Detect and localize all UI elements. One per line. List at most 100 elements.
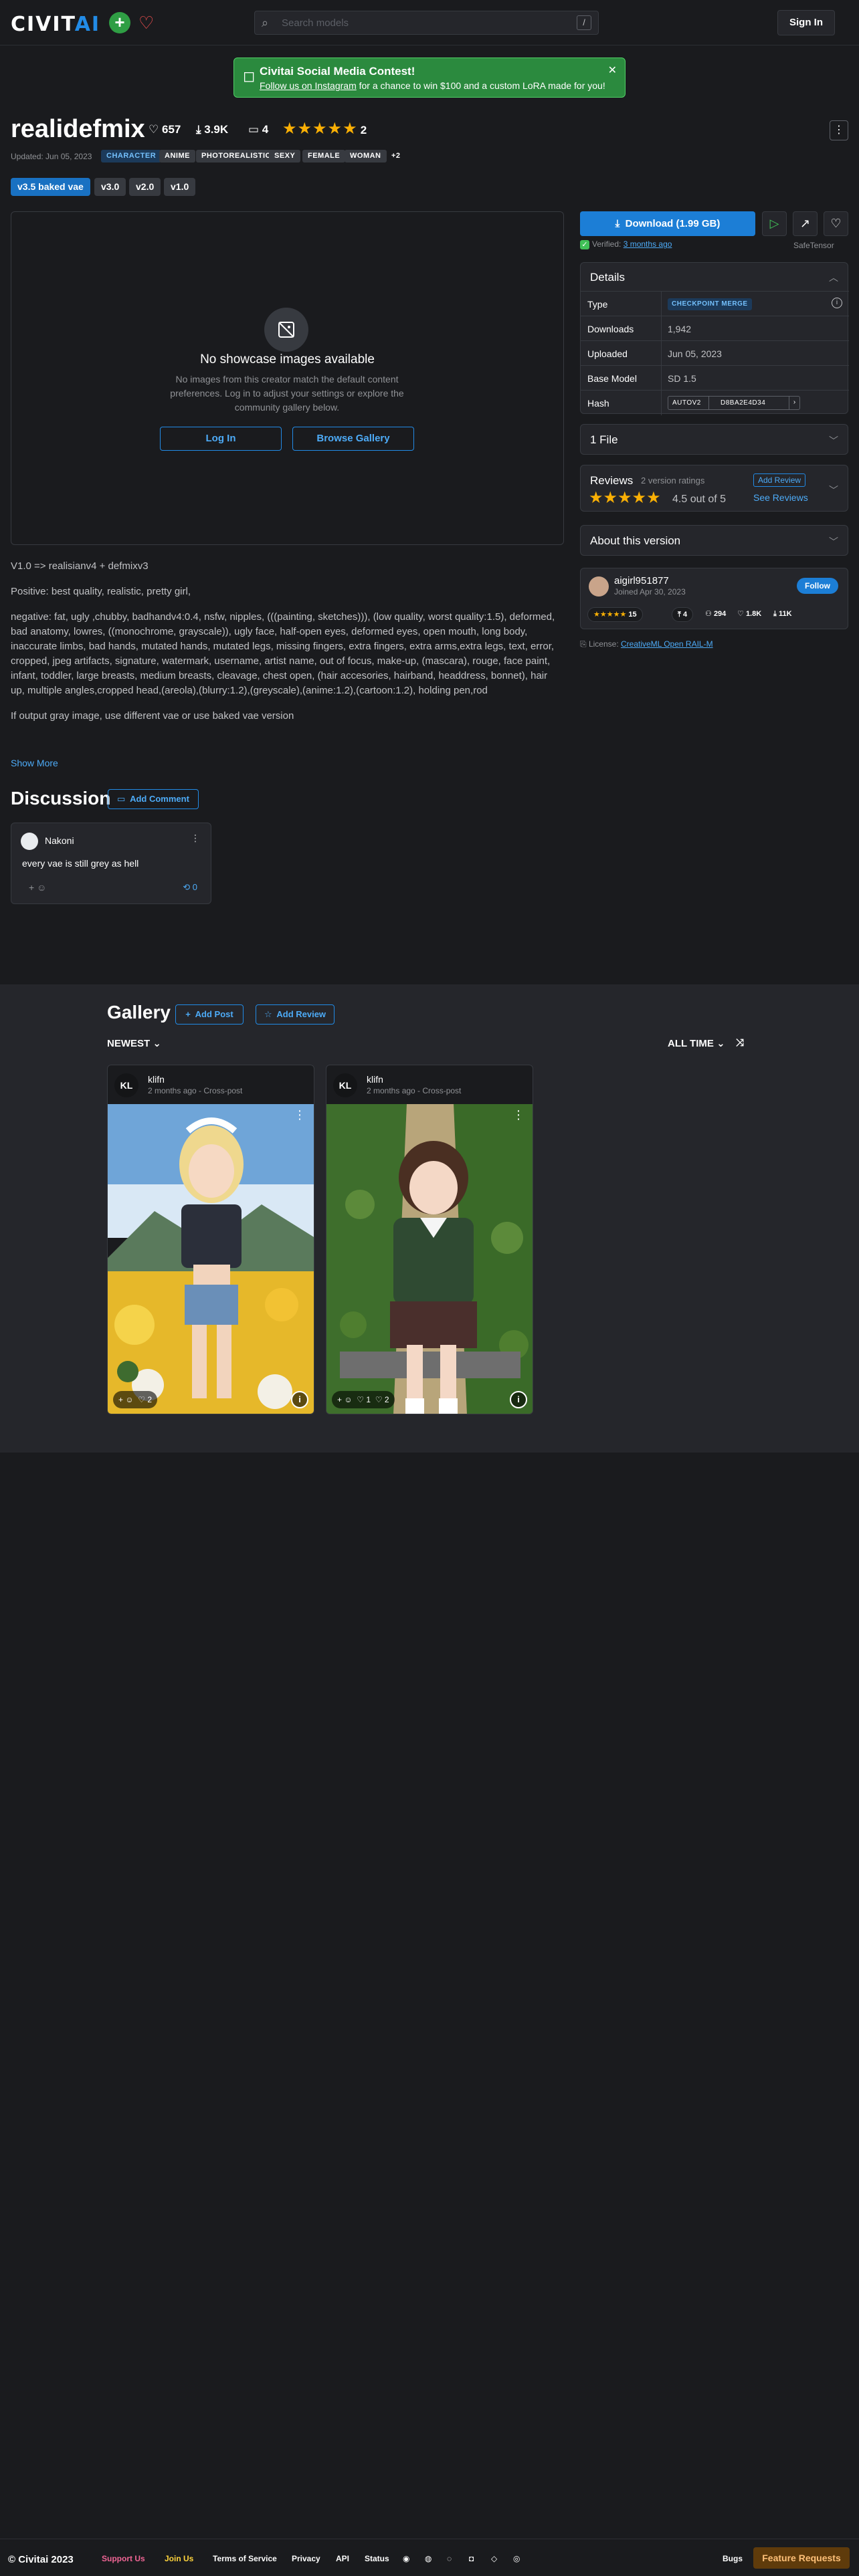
info-icon[interactable]: i [510, 1391, 527, 1408]
card-user[interactable]: klifn [148, 1074, 165, 1085]
creator-card: aigirl951877 Joined Apr 30, 2023 Follow … [580, 568, 848, 629]
search-input[interactable]: ⌕ Search models / [254, 11, 599, 35]
chevron-up-icon[interactable]: ︿ [829, 271, 838, 284]
tag-character[interactable]: CHARACTER [101, 150, 162, 163]
files-panel[interactable]: 1 File ﹀ [580, 424, 848, 455]
likes-stat[interactable]: ♡ 657 [149, 123, 181, 136]
avatar[interactable] [21, 833, 38, 850]
chevron-down-icon[interactable]: ﹀ [829, 484, 838, 497]
top-bar: CIVITAI + ♡ ⌕ Search models / Sign In [0, 0, 859, 45]
tag-woman[interactable]: WOMAN [345, 150, 387, 163]
heart-icon: ♡ [149, 123, 159, 136]
tag-photorealistic[interactable]: PHOTOREALISTIC [196, 150, 276, 163]
more-options-icon[interactable]: ⋮ [830, 120, 848, 140]
show-more-link[interactable]: Show More [11, 758, 58, 768]
chevron-right-icon[interactable]: › [789, 397, 799, 409]
heart-icon: ♡ [737, 610, 744, 618]
card-user[interactable]: klifn [367, 1074, 383, 1085]
reaction-bar[interactable]: + ☺ ♡ 1 ♡ 2 [332, 1391, 395, 1408]
chevron-down-icon[interactable]: ﹀ [829, 535, 838, 548]
more-options-icon[interactable]: ⋮ [191, 833, 200, 844]
tag-female[interactable]: FEMALE [302, 150, 346, 163]
license-link[interactable]: CreativeML Open RAIL-M [621, 639, 713, 649]
civitai-logo[interactable]: CIVITAI [11, 13, 100, 36]
hash-copy-box[interactable]: AUTOV2 D8BA2E4D34 › [668, 396, 800, 410]
chevron-down-icon: ⌄ [717, 1038, 725, 1049]
verified-date-link[interactable]: 3 months ago [624, 239, 672, 249]
footer-link-support[interactable]: Support Us [102, 2554, 145, 2563]
instagram-icon[interactable]: ◘ [469, 2554, 474, 2563]
info-icon[interactable]: i [832, 298, 842, 308]
type-badge: CHECKPOINT MERGE [668, 298, 752, 310]
footer: © Civitai 2023 Support Us Join Us Terms … [0, 2539, 859, 2576]
version-tab-v3-5[interactable]: v3.5 baked vae [11, 178, 90, 196]
reaction-bar[interactable]: + ☺ ♡ 2 [113, 1391, 158, 1408]
see-reviews-link[interactable]: See Reviews [753, 492, 808, 503]
share-icon[interactable]: ↗ [793, 211, 818, 236]
footer-link-terms[interactable]: Terms of Service [213, 2554, 277, 2563]
reply-count[interactable]: ⟲ 0 [183, 882, 197, 893]
rating-stat[interactable]: ★★★★★ 2 [282, 119, 367, 138]
sign-in-button[interactable]: Sign In [777, 10, 835, 35]
about-title: About this version [590, 534, 681, 547]
footer-link-api[interactable]: API [336, 2554, 349, 2563]
info-icon[interactable]: i [291, 1391, 308, 1408]
browse-gallery-button[interactable]: Browse Gallery [292, 427, 414, 451]
add-review-button[interactable]: Add Review [753, 473, 806, 487]
tiktok-icon[interactable]: ◇ [491, 2554, 497, 2563]
run-icon[interactable]: ▷ [762, 211, 787, 236]
details-title[interactable]: Details [590, 271, 625, 284]
follow-button[interactable]: Follow [797, 578, 838, 594]
add-reaction-icon[interactable]: + ☺ [29, 882, 46, 893]
download-button[interactable]: ⤓ Download (1.99 GB) [580, 211, 755, 236]
detail-row-uploaded: Uploaded Jun 05, 2023 [581, 340, 849, 366]
gallery-card[interactable]: KL klifn 2 months ago - Cross-post ⋮ + ☺… [107, 1065, 314, 1414]
period-dropdown[interactable]: ALL TIME ⌄ [668, 1037, 725, 1049]
gallery-card[interactable]: KL klifn 2 months ago - Cross-post ⋮ + ☺… [326, 1065, 533, 1414]
tag-anime[interactable]: ANIME [159, 150, 195, 163]
version-tab-v1-0[interactable]: v1.0 [164, 178, 196, 196]
chevron-down-icon: ⌄ [153, 1038, 161, 1049]
footer-link-status[interactable]: Status [365, 2554, 389, 2563]
footer-link-join[interactable]: Join Us [165, 2554, 193, 2563]
downloads-stat: ⤓ 3.9K [196, 123, 229, 136]
version-tab-v3-0[interactable]: v3.0 [94, 178, 126, 196]
log-in-button[interactable]: Log In [160, 427, 282, 451]
filter-icon[interactable]: ⤨ [736, 1037, 744, 1049]
avatar[interactable]: KL [333, 1073, 357, 1097]
sort-dropdown[interactable]: NEWEST ⌄ [107, 1037, 161, 1049]
add-review-button[interactable]: ☆ Add Review [256, 1004, 335, 1025]
avatar[interactable] [589, 576, 609, 597]
add-comment-button[interactable]: ▭ Add Comment [108, 789, 199, 809]
gallery-image[interactable] [326, 1104, 533, 1414]
showcase-empty-title: No showcase images available [200, 352, 375, 366]
feature-requests-button[interactable]: Feature Requests [753, 2547, 850, 2569]
github-icon[interactable]: ◉ [403, 2554, 409, 2563]
footer-link-privacy[interactable]: Privacy [292, 2554, 320, 2563]
comments-stat[interactable]: ▭ 4 [248, 123, 268, 136]
comment-user[interactable]: Nakoni [45, 835, 74, 846]
like-heart-icon[interactable]: ♡ [824, 211, 848, 236]
create-button[interactable]: + [109, 12, 130, 33]
close-icon[interactable]: ✕ [608, 64, 617, 77]
instagram-link[interactable]: Follow us on Instagram [260, 80, 357, 91]
avatar[interactable]: KL [114, 1073, 138, 1097]
creator-name[interactable]: aigirl951877 [614, 575, 669, 586]
tag-sexy[interactable]: SEXY [269, 150, 301, 163]
add-post-button[interactable]: + Add Post [175, 1004, 244, 1025]
card-header: KL klifn 2 months ago - Cross-post [108, 1065, 314, 1104]
reddit-icon[interactable]: ◎ [513, 2554, 520, 2563]
tag-more[interactable]: +2 [386, 150, 406, 163]
more-options-icon[interactable]: ⋮ [294, 1108, 306, 1122]
bugs-link[interactable]: Bugs [723, 2554, 743, 2563]
download-icon: ⤓ [773, 610, 777, 618]
support-heart-icon[interactable]: ♡ [138, 12, 154, 33]
card-header: KL klifn 2 months ago - Cross-post [326, 1065, 533, 1104]
discord-icon[interactable]: ◍ [425, 2554, 432, 2563]
version-tab-v2-0[interactable]: v2.0 [129, 178, 161, 196]
twitter-icon[interactable]: ◌ [447, 2554, 452, 2563]
chevron-down-icon[interactable]: ﹀ [829, 434, 838, 447]
about-panel[interactable]: About this version ﹀ [580, 525, 848, 556]
more-options-icon[interactable]: ⋮ [512, 1108, 524, 1122]
gallery-image[interactable] [108, 1104, 314, 1414]
